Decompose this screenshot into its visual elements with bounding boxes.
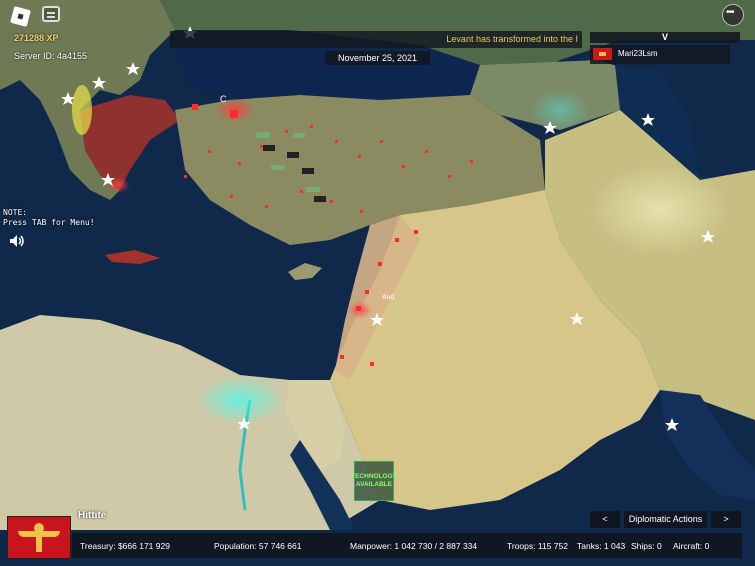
diplomatic-actions-button[interactable]: Diplomatic Actions: [624, 511, 707, 528]
player-flag-icon: [593, 48, 612, 60]
note-line-1: NOTE:: [3, 208, 28, 217]
city-label-c: C: [220, 94, 227, 104]
speaker-icon[interactable]: [9, 234, 25, 248]
technology-available-notice[interactable]: TECHNOLOGY AVAILABLE: [351, 461, 397, 501]
next-button[interactable]: >: [711, 511, 741, 528]
player-name: Mari23Lsm: [618, 49, 658, 58]
xp-counter: 271288 XP: [14, 33, 59, 43]
flag-tail-emblem: [36, 537, 42, 552]
ships-stat: Ships: 0: [631, 541, 662, 551]
troops-stat: Troops: 115 752: [507, 541, 568, 551]
news-ticker-text: Levant has transformed into the I: [446, 34, 578, 44]
note-line-2: Press TAB for Menu!: [3, 218, 95, 227]
more-options-button[interactable]: [722, 4, 744, 26]
player-list-toggle[interactable]: V: [590, 32, 740, 43]
population-stat: Population: 57 746 661: [214, 541, 302, 551]
tanks-stat: Tanks: 1 043: [577, 541, 626, 551]
aircraft-stat: Aircraft: 0: [673, 541, 710, 551]
country-name: Hittite: [78, 510, 107, 521]
tab-menu-note: NOTE: Press TAB for Menu!: [3, 208, 95, 228]
glow-aegean: [72, 85, 92, 135]
treasury-stat: Treasury: $666 171 929: [80, 541, 170, 551]
server-id: Server ID: 4a4155: [14, 51, 88, 61]
glow-caucasus: [530, 90, 590, 130]
glow-iran: [590, 165, 730, 255]
prev-button[interactable]: <: [590, 511, 620, 528]
city-label-aud: Aud: [382, 294, 395, 301]
country-stats-bar: Treasury: $666 171 929 Population: 57 74…: [72, 533, 742, 558]
player-list-item[interactable]: Mari23Lsm: [590, 45, 730, 64]
news-ticker: Levant has transformed into the I: [170, 31, 582, 48]
country-flag: [7, 516, 71, 559]
manpower-stat: Manpower: 1 042 730 / 2 887 334: [350, 541, 478, 551]
game-date: November 25, 2021: [325, 51, 430, 65]
chat-icon[interactable]: [42, 6, 60, 22]
glow-egypt: [195, 375, 285, 425]
